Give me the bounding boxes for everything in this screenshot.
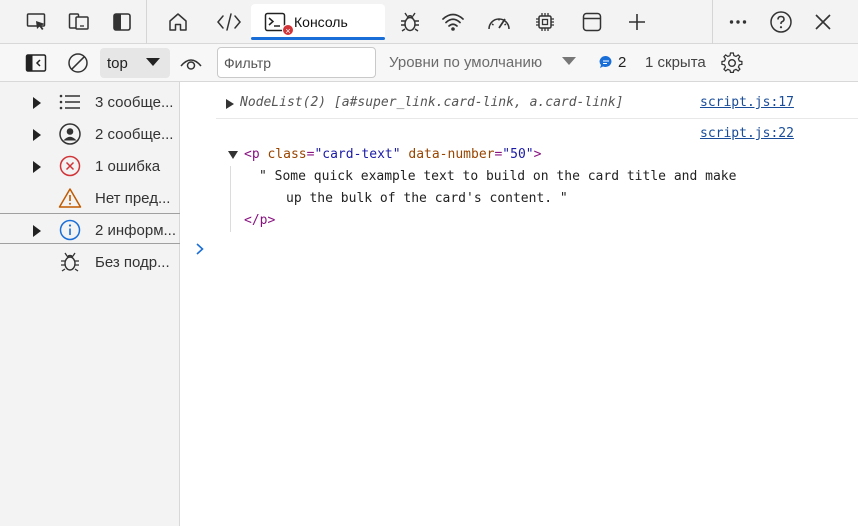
tab-sources[interactable] bbox=[394, 6, 426, 38]
issues-count[interactable]: 2 bbox=[618, 54, 626, 71]
collapse-arrow-icon[interactable] bbox=[228, 151, 238, 159]
block-icon bbox=[67, 52, 89, 74]
sidebar-toggle-icon bbox=[25, 53, 47, 73]
levels-caret-down-icon[interactable] bbox=[562, 56, 576, 66]
wifi-icon bbox=[441, 12, 465, 32]
bug-icon bbox=[58, 251, 82, 273]
code-icon bbox=[216, 12, 242, 32]
device-icon bbox=[68, 12, 90, 32]
clear-console-button[interactable] bbox=[62, 47, 94, 79]
close-devtools-button[interactable] bbox=[807, 6, 839, 38]
help-icon bbox=[769, 10, 793, 34]
expand-arrow-icon[interactable] bbox=[33, 97, 41, 109]
attr-value: "card-text" bbox=[314, 147, 401, 162]
tab-application[interactable] bbox=[576, 6, 608, 38]
home-icon bbox=[167, 11, 189, 33]
expand-arrow-icon[interactable] bbox=[226, 99, 234, 109]
tag-name: <p bbox=[244, 147, 260, 162]
sidebar-item-verbose[interactable]: Без подр... bbox=[0, 246, 180, 278]
indent-guide bbox=[230, 166, 231, 232]
plus-icon bbox=[627, 12, 647, 32]
console-sidebar: 3 сообще... 2 сообще... 1 ошибка Нет пре… bbox=[0, 82, 180, 526]
error-icon bbox=[58, 155, 82, 177]
inspect-icon bbox=[26, 12, 48, 32]
sidebar-item-label: 3 сообще... bbox=[95, 94, 174, 111]
sidebar-item-label: Нет пред... bbox=[95, 190, 171, 207]
expand-arrow-icon[interactable] bbox=[33, 225, 41, 237]
user-icon bbox=[58, 123, 82, 145]
sidebar-item-errors[interactable]: 1 ошибка bbox=[0, 150, 180, 182]
help-button[interactable] bbox=[765, 6, 797, 38]
sidebar-item-messages[interactable]: 3 сообще... bbox=[0, 86, 180, 118]
tab-console[interactable]: × Консоль bbox=[251, 4, 385, 40]
list-icon bbox=[58, 91, 82, 113]
attr-value: "50" bbox=[502, 147, 534, 162]
source-link[interactable]: script.js:17 bbox=[700, 95, 794, 110]
context-select[interactable]: top bbox=[100, 48, 170, 78]
tab-welcome[interactable] bbox=[162, 6, 194, 38]
info-icon bbox=[58, 219, 82, 241]
filter-input[interactable] bbox=[217, 47, 376, 78]
console-message-element: script.js:22 <p class="card-text" data-n… bbox=[216, 119, 858, 241]
attr-name: class bbox=[267, 147, 307, 162]
source-link[interactable]: script.js:22 bbox=[700, 126, 794, 141]
tab-memory[interactable] bbox=[529, 6, 561, 38]
expand-arrow-icon[interactable] bbox=[33, 161, 41, 173]
warning-icon bbox=[58, 187, 82, 209]
sidebar-divider bbox=[0, 243, 180, 244]
sidebar-item-user-messages[interactable]: 2 сообще... bbox=[0, 118, 180, 150]
device-emulation-button[interactable] bbox=[63, 6, 95, 38]
sidebar-item-label: 2 информ... bbox=[95, 222, 177, 239]
tag-end: > bbox=[533, 147, 542, 162]
context-select-value: top bbox=[107, 55, 128, 72]
element-text-line: up the bulk of the card's content. " bbox=[286, 191, 568, 206]
toggle-sidebar-button[interactable] bbox=[20, 47, 52, 79]
expand-arrow-icon[interactable] bbox=[33, 129, 41, 141]
tab-performance[interactable] bbox=[483, 6, 515, 38]
window-icon bbox=[581, 11, 603, 33]
eye-icon bbox=[179, 53, 203, 73]
sidebar-item-label: Без подр... bbox=[95, 254, 170, 271]
console-output: NodeList(2) [a#super_link.card-link, a.c… bbox=[181, 82, 858, 526]
sidebar-item-warnings[interactable]: Нет пред... bbox=[0, 182, 180, 214]
console-prompt-icon[interactable] bbox=[195, 242, 205, 256]
sidebar-item-info[interactable]: 2 информ... bbox=[0, 214, 180, 246]
element-close-tag[interactable]: </p> bbox=[244, 213, 275, 228]
console-toolbar: top Уровни по умолчанию 2 1 скрыта bbox=[0, 44, 858, 82]
more-tools-button[interactable] bbox=[621, 6, 653, 38]
console-error-badge: × bbox=[282, 24, 294, 36]
close-icon bbox=[813, 12, 833, 32]
hidden-messages-count: 1 скрыта bbox=[645, 54, 706, 71]
element-open-tag[interactable]: <p class="card-text" data-number="50"> bbox=[244, 147, 541, 162]
gear-icon bbox=[721, 52, 743, 74]
nodelist-value[interactable]: NodeList(2) [a#super_link.card-link, a.c… bbox=[240, 95, 624, 110]
issues-chat-icon[interactable] bbox=[599, 55, 613, 69]
log-levels-dropdown[interactable]: Уровни по умолчанию bbox=[389, 54, 542, 71]
sidebar-item-label: 1 ошибка bbox=[95, 158, 161, 175]
console-message-nodelist: NodeList(2) [a#super_link.card-link, a.c… bbox=[216, 89, 858, 119]
more-options-button[interactable] bbox=[722, 6, 754, 38]
tab-network[interactable] bbox=[437, 6, 469, 38]
tab-elements[interactable] bbox=[213, 6, 245, 38]
gauge-icon bbox=[486, 12, 512, 32]
caret-down-icon bbox=[146, 57, 160, 67]
panel-icon bbox=[112, 12, 132, 32]
devtools-tabbar: × Консоль bbox=[0, 0, 858, 44]
chip-icon bbox=[534, 11, 556, 33]
live-expression-button[interactable] bbox=[175, 47, 207, 79]
element-text-line: " Some quick example text to build on th… bbox=[259, 169, 737, 184]
active-tab-indicator bbox=[251, 37, 385, 40]
attr-name: data-number bbox=[408, 147, 495, 162]
ellipsis-icon bbox=[728, 12, 748, 32]
toggle-drawer-button[interactable] bbox=[106, 6, 138, 38]
console-settings-button[interactable] bbox=[716, 47, 748, 79]
inspect-element-button[interactable] bbox=[21, 6, 53, 38]
sidebar-item-label: 2 сообще... bbox=[95, 126, 174, 143]
tab-console-label: Консоль bbox=[294, 14, 348, 30]
bug-icon bbox=[399, 11, 421, 33]
